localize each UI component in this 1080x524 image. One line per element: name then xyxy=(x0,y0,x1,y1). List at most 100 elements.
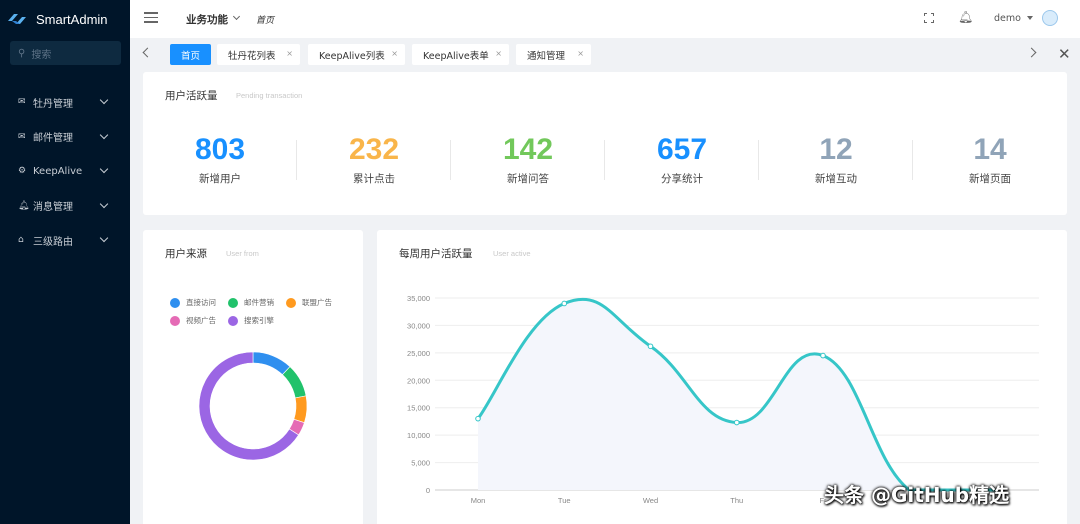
x-tick-label: Thu xyxy=(730,496,743,505)
logo-icon xyxy=(8,14,26,24)
close-icon[interactable]: × xyxy=(286,49,293,58)
stat-value: 232 xyxy=(348,133,400,166)
close-all-icon[interactable]: ✕ xyxy=(1058,45,1071,63)
data-point-Mon[interactable] xyxy=(475,415,481,422)
sidebar: SmartAdmin ⚲ 搜索 ✉ 牡丹管理 ✉ 邮件管理 ⚙ KeepAliv… xyxy=(0,0,130,524)
legend-swatch xyxy=(228,297,238,308)
chevron-down-icon xyxy=(232,12,241,21)
header-menu[interactable]: 业务功能 xyxy=(186,12,228,27)
tab-keepalive-list[interactable]: KeepAlive列表 × xyxy=(308,44,405,65)
close-icon[interactable]: × xyxy=(391,49,398,58)
logo[interactable]: SmartAdmin xyxy=(0,0,130,38)
fullscreen-icon[interactable] xyxy=(924,13,934,23)
data-point-Fri[interactable] xyxy=(820,352,826,359)
close-icon[interactable]: × xyxy=(577,49,584,58)
top-header: 业务功能 首页 🔔︎ demo xyxy=(130,0,1080,38)
legend-label: 联盟广告 xyxy=(302,298,332,307)
x-tick-label: Tue xyxy=(558,496,571,505)
y-tick-label: 35,000 xyxy=(407,294,430,303)
donut-slice-联盟广告[interactable] xyxy=(293,395,308,424)
legend-item[interactable]: 直接访问 xyxy=(170,297,216,308)
stat-value: 14 xyxy=(973,133,1007,166)
y-tick-label: 15,000 xyxy=(407,404,430,413)
sidebar-item-messages[interactable]: 🔔︎ 消息管理 xyxy=(0,189,130,224)
stat-value: 12 xyxy=(819,133,853,166)
sidebar-item-label: 三级路由 xyxy=(33,236,73,248)
stat-questions: 142 新增问答 xyxy=(451,130,605,186)
user-source-card: 用户来源 User from 直接访问 邮件营销 联盟广告 视频广告 搜索引擎 xyxy=(143,230,363,524)
card-subtitle: Pending transaction xyxy=(236,91,303,100)
legend-item[interactable]: 视频广告 xyxy=(170,315,216,326)
legend-label: 邮件营销 xyxy=(244,298,274,307)
sidebar-menu: ✉ 牡丹管理 ✉ 邮件管理 ⚙ KeepAlive 🔔︎ 消息管理 ⌂ 三级路由 xyxy=(0,85,130,258)
sidebar-item-label: 邮件管理 xyxy=(33,133,73,145)
stat-label: 新增互动 xyxy=(815,173,857,185)
chevron-right-icon[interactable] xyxy=(1026,47,1037,58)
data-point-Tue[interactable] xyxy=(561,300,568,307)
legend-item[interactable]: 搜索引擎 xyxy=(228,315,274,326)
sidebar-item-keepalive[interactable]: ⚙ KeepAlive xyxy=(0,154,130,189)
tab-label: 牡丹花列表 xyxy=(228,50,276,62)
menu-toggle-icon[interactable] xyxy=(144,12,158,24)
stat-label: 新增问答 xyxy=(507,173,549,185)
chevron-down-icon xyxy=(99,130,109,139)
watermark: 头条 @GitHub精选 xyxy=(824,483,1010,507)
tab-notifications[interactable]: 通知管理 × xyxy=(516,44,591,65)
stat-label: 新增用户 xyxy=(199,173,241,185)
chevron-down-icon xyxy=(99,95,109,105)
tab-label: 首页 xyxy=(180,50,200,62)
envelope-icon: ✉ xyxy=(18,97,26,108)
legend-swatch xyxy=(170,315,180,326)
area-fill xyxy=(478,299,996,490)
sidebar-item-routes[interactable]: ⌂ 三级路由 xyxy=(0,223,130,258)
search-icon: ⚲ xyxy=(18,47,26,59)
puzzle-icon: ⌂ xyxy=(18,235,24,246)
data-point-Thu[interactable] xyxy=(733,419,740,426)
close-icon[interactable]: × xyxy=(495,49,502,58)
notification-bell-icon[interactable]: 🔔︎ xyxy=(958,10,973,24)
tab-keepalive-form[interactable]: KeepAlive表单 × xyxy=(412,44,509,65)
username[interactable]: demo xyxy=(994,13,1021,24)
y-tick-label: 0 xyxy=(426,486,430,495)
donut-chart xyxy=(198,351,308,461)
stat-interactions: 12 新增互动 xyxy=(759,130,913,186)
legend-item[interactable]: 邮件营销 xyxy=(228,297,274,308)
search-input[interactable]: ⚲ 搜索 xyxy=(10,41,121,65)
chevron-down-icon xyxy=(99,199,109,208)
sidebar-item-label: 牡丹管理 xyxy=(33,98,73,110)
breadcrumb[interactable]: 首页 xyxy=(256,13,274,26)
bell-icon: 🔔︎ xyxy=(18,200,30,211)
avatar[interactable] xyxy=(1042,10,1058,26)
stat-shares: 657 分享统计 xyxy=(605,130,759,186)
sidebar-item-peony[interactable]: ✉ 牡丹管理 xyxy=(0,85,130,120)
stat-new-users: 803 新增用户 xyxy=(143,130,297,186)
donut-slice-邮件营销[interactable] xyxy=(282,366,307,399)
chevron-down-icon xyxy=(99,164,109,174)
gear-icon: ⚙ xyxy=(18,166,27,177)
donut-slice-直接访问[interactable] xyxy=(252,351,291,376)
caret-down-icon[interactable] xyxy=(1027,16,1033,20)
legend-label: 搜索引擎 xyxy=(244,316,274,325)
stat-label: 累计点击 xyxy=(353,173,395,185)
sidebar-item-mail[interactable]: ✉ 邮件管理 xyxy=(0,120,130,155)
y-tick-label: 5,000 xyxy=(411,459,430,468)
stat-label: 分享统计 xyxy=(661,173,703,185)
y-tick-label: 10,000 xyxy=(407,431,430,440)
stat-value: 803 xyxy=(194,133,246,166)
legend-swatch xyxy=(228,315,238,326)
tab-label: 通知管理 xyxy=(527,50,566,62)
legend-item[interactable]: 联盟广告 xyxy=(286,297,332,308)
card-title: 用户来源 xyxy=(165,248,207,260)
stat-label: 新增页面 xyxy=(969,173,1011,185)
data-point-Wed[interactable] xyxy=(647,343,654,350)
stat-value: 142 xyxy=(502,133,554,166)
tab-home[interactable]: 首页 xyxy=(170,44,211,65)
tab-peony-list[interactable]: 牡丹花列表 × xyxy=(217,44,300,65)
chevron-left-icon[interactable] xyxy=(142,47,153,58)
x-tick-label: Wed xyxy=(643,496,658,505)
tab-label: KeepAlive列表 xyxy=(319,50,385,62)
legend-swatch xyxy=(170,297,180,308)
legend-label: 直接访问 xyxy=(186,298,216,307)
y-tick-label: 20,000 xyxy=(407,376,430,385)
sidebar-item-label: KeepAlive xyxy=(33,165,83,177)
